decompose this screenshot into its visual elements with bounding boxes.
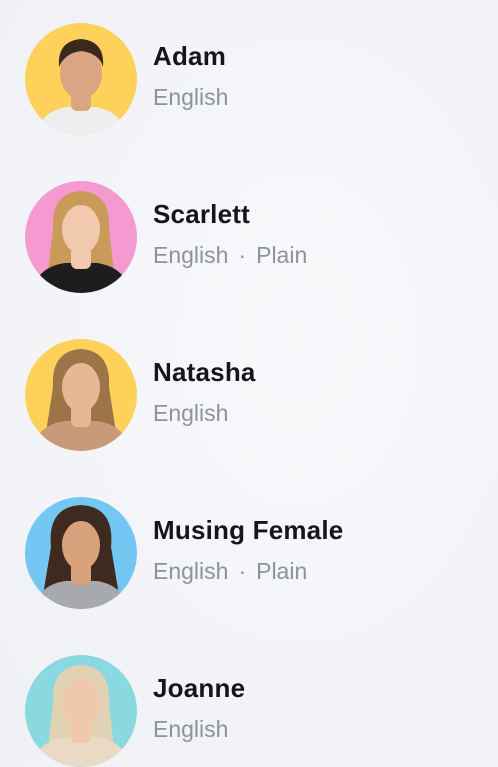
voice-tags: English [153,399,256,427]
voice-language: English [153,84,229,110]
portrait-image [25,23,137,135]
tag-separator: · [238,242,247,268]
tag-separator: · [238,558,247,584]
portrait-image [25,497,137,609]
voice-language: English [153,400,229,426]
voice-item-scarlett[interactable]: Scarlett English · Plain [25,181,485,293]
voice-language: English [153,558,229,584]
voice-name: Scarlett [153,199,250,229]
avatar [25,23,137,135]
voice-list: Adam English Scarlett English · Plain Na… [0,0,498,767]
voice-tags: English [153,83,228,111]
voice-meta: Scarlett English · Plain [153,199,307,269]
portrait-image [25,339,137,451]
portrait-image [25,655,137,767]
voice-name: Adam [153,41,227,71]
avatar [25,655,137,767]
voice-language: English [153,242,229,268]
voice-meta: Joanne English [153,673,245,743]
voice-style: Plain [256,558,308,584]
voice-meta: Adam English [153,41,228,111]
voice-tags: English [153,715,245,743]
voice-tags: English · Plain [153,557,343,585]
avatar [25,497,137,609]
voice-language: English [153,716,229,742]
avatar [25,339,137,451]
voice-item-adam[interactable]: Adam English [25,23,485,135]
voice-item-joanne[interactable]: Joanne English [25,655,485,767]
voice-item-musing-female[interactable]: Musing Female English · Plain [25,497,485,609]
voice-style: Plain [256,242,308,268]
voice-name: Joanne [153,673,246,703]
voice-name: Natasha [153,357,256,387]
voice-meta: Natasha English [153,357,256,427]
portrait-image [25,181,137,293]
voice-meta: Musing Female English · Plain [153,515,343,585]
avatar [25,181,137,293]
voice-tags: English · Plain [153,241,307,269]
voice-item-natasha[interactable]: Natasha English [25,339,485,451]
voice-name: Musing Female [153,515,344,545]
